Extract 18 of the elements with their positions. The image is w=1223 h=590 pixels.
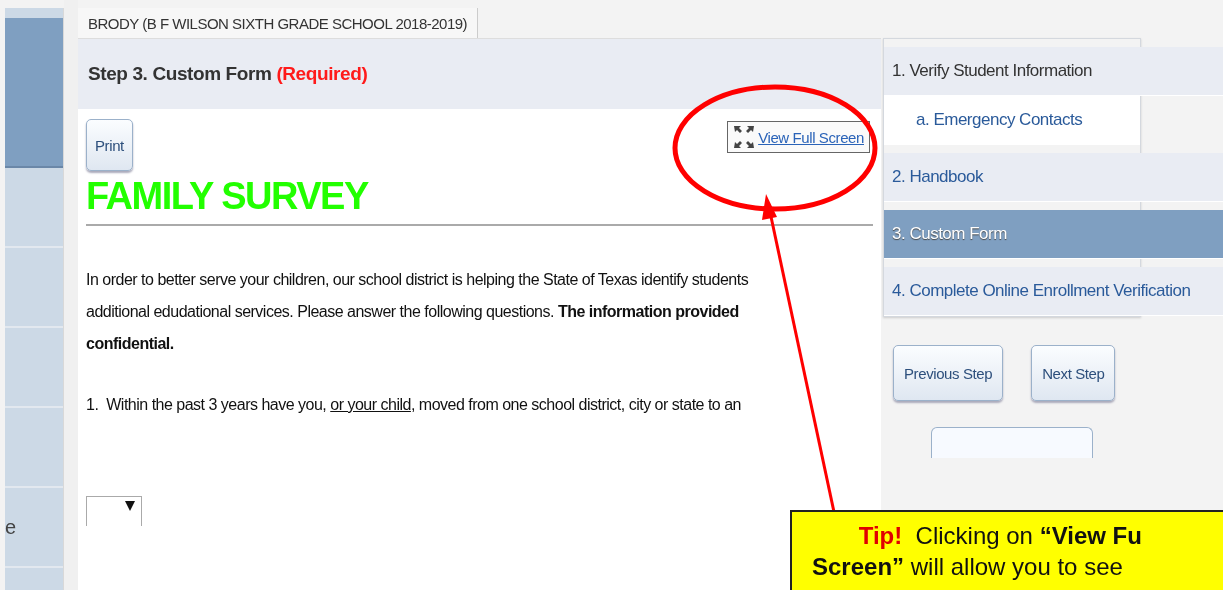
tip-callout: Tip! Clicking on “View Fu Screen” will allow you to see xyxy=(790,510,1223,590)
step-item[interactable]: 2. Handbook xyxy=(884,153,1223,202)
step-button[interactable]: Next Step xyxy=(1031,345,1116,401)
intro-paragraph: In order to better serve your children, our school district is helping the State of Texas identify students additional edudational services. Please answer the following questions. The information provided confidential. xyxy=(86,270,750,354)
print-button[interactable]: Print xyxy=(86,119,133,171)
student-tab[interactable]: BRODY (B F WILSON SIXTH GRADE SCHOOL 2018-2019) xyxy=(78,8,479,38)
answer-dropdown[interactable] xyxy=(86,496,142,526)
view-full-screen-link[interactable]: View Full Screen xyxy=(758,128,864,146)
expand-icon xyxy=(733,125,756,149)
step-item[interactable]: 1. Verify Student Information xyxy=(884,47,1223,96)
step-button[interactable]: Previous Step xyxy=(893,345,1004,401)
button[interactable] xyxy=(931,427,1093,458)
caret-icon xyxy=(125,501,135,511)
step-item[interactable]: 4. Complete Online Enrollment Verification xyxy=(884,267,1223,316)
question-text: 1. Within the past 3 years have you, or your child, moved from one school district, city or state to an xyxy=(86,396,742,414)
step-item[interactable]: a. Emergency Contacts xyxy=(884,96,1140,145)
step-title: Step 3. Custom Form (Required) xyxy=(78,38,881,109)
view-full-screen-button[interactable]: View Full Screen xyxy=(727,121,870,153)
